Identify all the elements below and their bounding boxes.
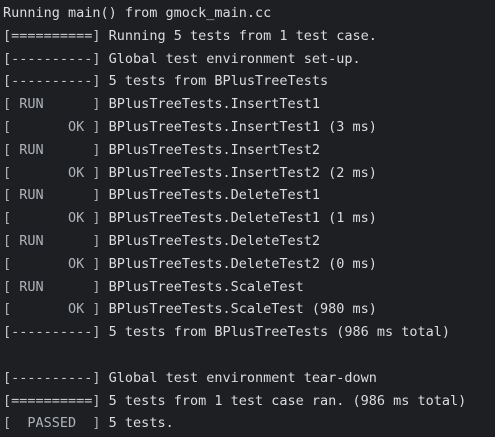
- line-text: BPlusTreeTests.InsertTest2 (2 ms): [100, 164, 377, 181]
- line-text: BPlusTreeTests.ScaleTest (980 ms): [100, 301, 377, 318]
- line-prefix: [ RUN ]: [3, 141, 101, 158]
- terminal-line: [----------] 5 tests from BPlusTreeTests…: [3, 321, 495, 344]
- line-prefix: [ OK ]: [3, 301, 101, 318]
- line-prefix: [ RUN ]: [3, 96, 101, 113]
- terminal-line: [==========] Running 5 tests from 1 test…: [3, 25, 495, 48]
- terminal-line: [ OK ] BPlusTreeTests.ScaleTest (980 ms): [3, 298, 495, 321]
- line-prefix: [ RUN ]: [3, 278, 101, 295]
- line-prefix: [----------]: [3, 369, 101, 386]
- line-prefix: [ RUN ]: [3, 232, 101, 249]
- terminal-line: [ RUN ] BPlusTreeTests.DeleteTest2: [3, 230, 495, 253]
- line-text: BPlusTreeTests.DeleteTest2 (0 ms): [100, 255, 377, 272]
- line-text: Global test environment tear-down: [100, 369, 377, 386]
- line-text: 5 tests.: [100, 415, 174, 432]
- terminal-line: [ OK ] BPlusTreeTests.DeleteTest2 (0 ms): [3, 253, 495, 276]
- terminal-line: [ OK ] BPlusTreeTests.InsertTest2 (2 ms): [3, 162, 495, 185]
- line-text: BPlusTreeTests.DeleteTest2: [100, 232, 320, 249]
- line-text: 5 tests from BPlusTreeTests (986 ms tota…: [100, 324, 451, 341]
- line-text: 5 tests from BPlusTreeTests: [100, 73, 329, 90]
- line-prefix: [----------]: [3, 50, 101, 67]
- line-prefix: [ OK ]: [3, 210, 101, 227]
- line-prefix: [ OK ]: [3, 164, 101, 181]
- terminal-line: [ OK ] BPlusTreeTests.DeleteTest1 (1 ms): [3, 207, 495, 230]
- line-text: Running 5 tests from 1 test case.: [100, 27, 377, 44]
- terminal-line: [ RUN ] BPlusTreeTests.DeleteTest1: [3, 184, 495, 207]
- terminal-line: [==========] 5 tests from 1 test case ra…: [3, 390, 495, 413]
- line-text: BPlusTreeTests.DeleteTest1 (1 ms): [100, 210, 377, 227]
- line-prefix: [----------]: [3, 324, 101, 341]
- line-text: Running main() from gmock_main.cc: [3, 5, 272, 21]
- line-text: BPlusTreeTests.ScaleTest: [100, 278, 304, 295]
- line-text: BPlusTreeTests.InsertTest1 (3 ms): [100, 118, 377, 135]
- terminal-line: [ RUN ] BPlusTreeTests.ScaleTest: [3, 276, 495, 299]
- terminal-line: [----------] Global test environment tea…: [3, 367, 495, 390]
- line-prefix: [==========]: [3, 27, 101, 44]
- terminal-line: Running main() from gmock_main.cc: [3, 2, 495, 25]
- line-prefix: [==========]: [3, 392, 101, 409]
- line-prefix: [ OK ]: [3, 255, 101, 272]
- line-text: BPlusTreeTests.InsertTest2: [100, 141, 320, 158]
- line-text: 5 tests from 1 test case ran. (986 ms to…: [100, 392, 467, 409]
- line-text: BPlusTreeTests.DeleteTest1: [100, 187, 320, 204]
- line-prefix: [----------]: [3, 73, 101, 90]
- line-prefix: [ RUN ]: [3, 187, 101, 204]
- line-text: BPlusTreeTests.InsertTest1: [100, 96, 320, 113]
- terminal-line: [ RUN ] BPlusTreeTests.InsertTest2: [3, 139, 495, 162]
- terminal-output[interactable]: Running main() from gmock_main.cc [=====…: [0, 0, 495, 437]
- terminal-line: [ OK ] BPlusTreeTests.InsertTest1 (3 ms): [3, 116, 495, 139]
- line-prefix: [ PASSED ]: [3, 415, 101, 432]
- terminal-line: [----------] Global test environment set…: [3, 48, 495, 71]
- line-prefix: [ OK ]: [3, 118, 101, 135]
- terminal-line: [----------] 5 tests from BPlusTreeTests: [3, 70, 495, 93]
- terminal-line: [ PASSED ] 5 tests.: [3, 412, 495, 435]
- terminal-line: [ RUN ] BPlusTreeTests.InsertTest1: [3, 93, 495, 116]
- line-text: Global test environment set-up.: [100, 50, 361, 67]
